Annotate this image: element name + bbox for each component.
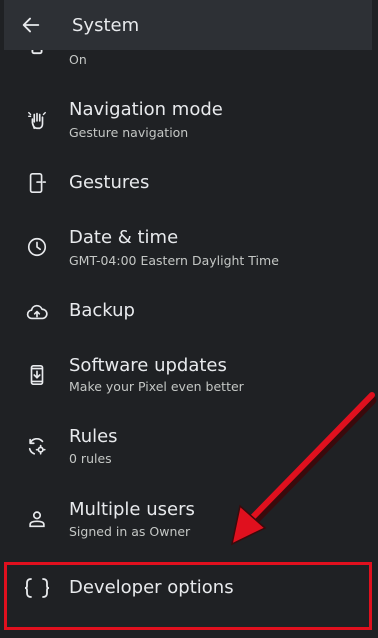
cloud-upload-icon — [24, 299, 50, 325]
arrow-back-icon[interactable] — [4, 0, 58, 50]
settings-item-software-updates[interactable]: Software updates Make your Pixel even be… — [0, 346, 378, 406]
setting-subtitle: Make your Pixel even better — [69, 379, 244, 394]
page-title: System — [72, 14, 140, 36]
setting-subtitle: Gesture navigation — [69, 125, 189, 140]
setting-title: Navigation mode — [69, 99, 223, 120]
setting-title: Date & time — [69, 227, 179, 248]
settings-item-gestures[interactable]: Gestures — [0, 158, 378, 208]
settings-item-rules[interactable]: Rules 0 rules — [0, 416, 378, 476]
settings-item-navigation-mode[interactable]: Navigation mode Gesture navigation — [0, 90, 378, 150]
setting-title: Gestures — [69, 172, 150, 193]
settings-item-date-time[interactable]: Date & time GMT-04:00 Eastern Daylight T… — [0, 218, 378, 278]
rules-icon — [24, 433, 50, 459]
setting-subtitle: On — [69, 52, 87, 67]
gesture-hand-icon — [24, 107, 50, 133]
setting-title: Software updates — [69, 355, 227, 376]
setting-subtitle: 0 rules — [69, 451, 112, 466]
app-bar: System — [4, 0, 372, 50]
highlight-box — [4, 562, 372, 630]
setting-subtitle: GMT-04:00 Eastern Daylight Time — [69, 253, 279, 268]
setting-title: Multiple users — [69, 499, 195, 520]
setting-title: Rules — [69, 426, 118, 447]
setting-title: Backup — [69, 300, 135, 321]
settings-item-multiple-users[interactable]: Multiple users Signed in as Owner — [0, 488, 378, 548]
system-update-icon — [24, 362, 50, 388]
person-icon — [24, 506, 50, 532]
settings-item-backup[interactable]: Backup — [0, 288, 378, 338]
setting-subtitle: Signed in as Owner — [69, 524, 191, 539]
phone-gesture-icon — [24, 170, 50, 196]
clock-icon — [24, 234, 50, 260]
